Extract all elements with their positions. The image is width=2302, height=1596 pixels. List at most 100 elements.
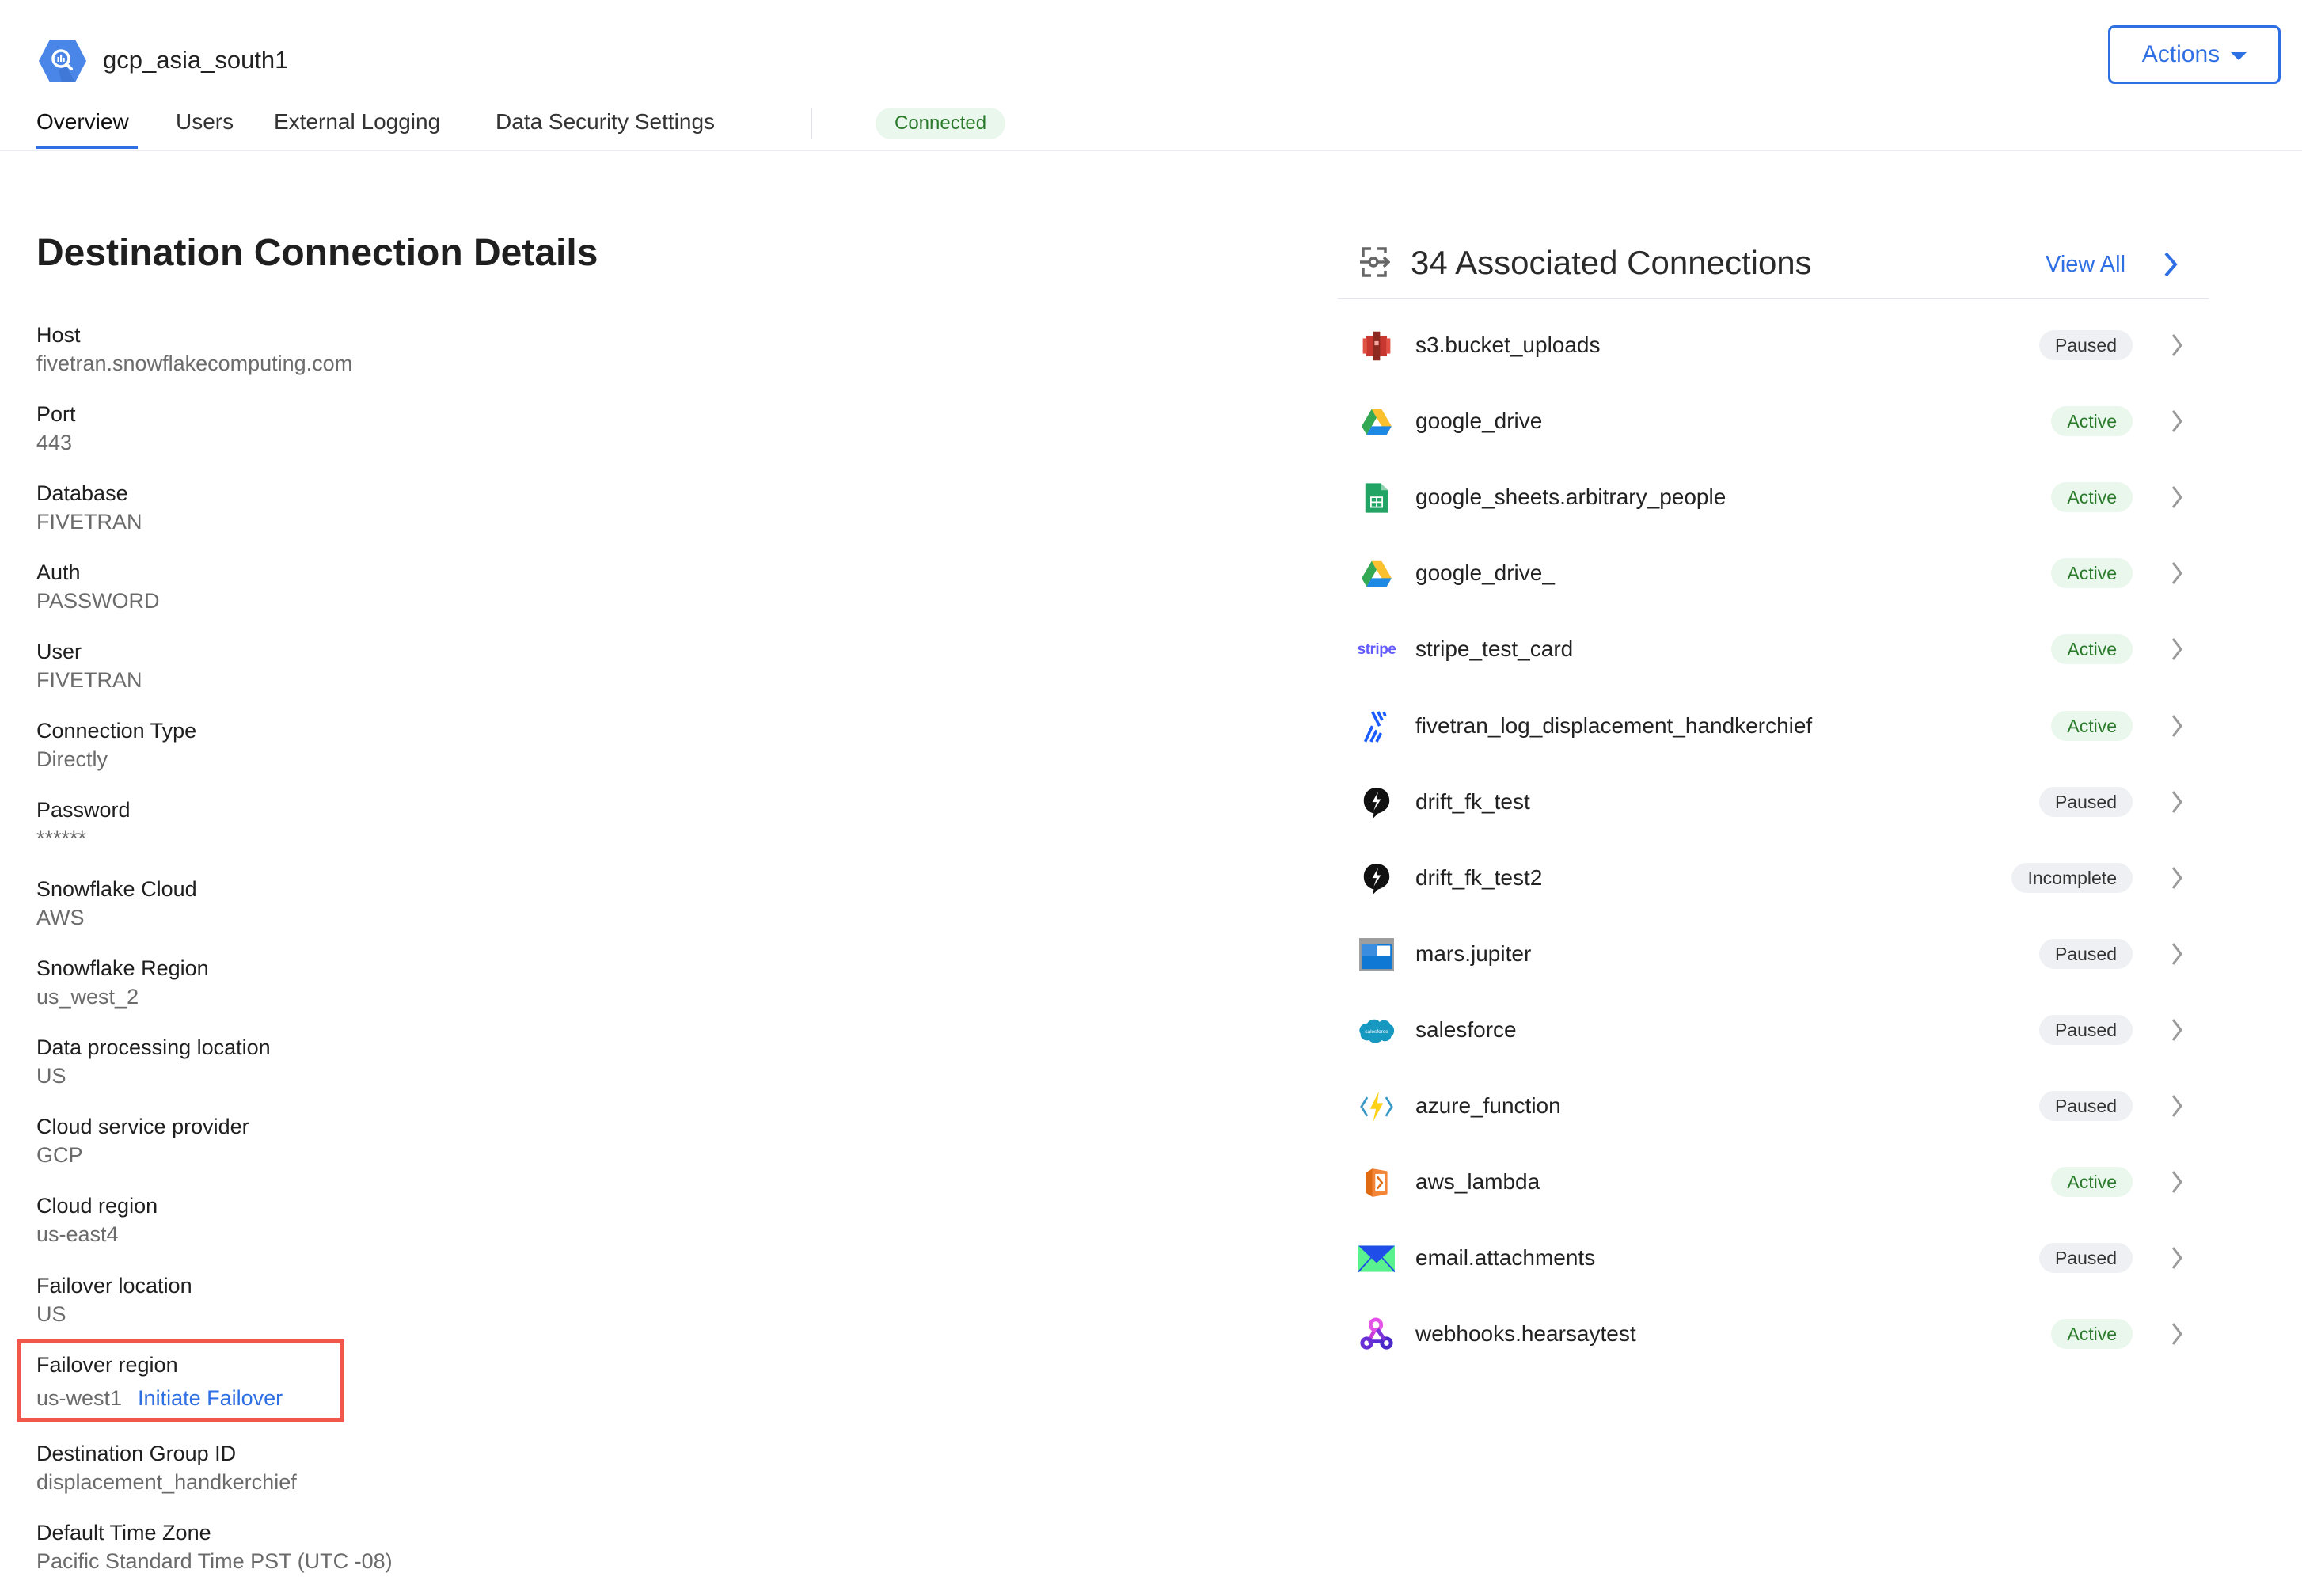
status-badge: Paused	[2038, 1014, 2133, 1045]
chevron-right-icon[interactable]	[2169, 1320, 2185, 1348]
tab-overview[interactable]: Overview	[36, 106, 129, 138]
connection-name[interactable]: google_drive	[1415, 405, 1542, 437]
status-badge: Active	[2051, 1319, 2133, 1350]
connection-row[interactable]: email.attachments Paused	[1338, 1226, 2209, 1290]
connection-name[interactable]: s3.bucket_uploads	[1415, 329, 1601, 361]
field-value: FIVETRAN	[36, 510, 142, 534]
field-value: FIVETRAN	[36, 668, 142, 692]
detail-field-data-processing-location: Data processing location US	[36, 1033, 271, 1090]
detail-field-cloud-region: Cloud region us-east4	[36, 1191, 158, 1248]
status-badge: Paused	[2038, 786, 2133, 817]
field-label: Cloud service provider	[36, 1115, 249, 1138]
status-badge: Active	[2051, 634, 2133, 665]
chevron-right-icon[interactable]	[2161, 249, 2180, 280]
connection-row[interactable]: google_drive_ Active	[1338, 542, 2209, 605]
status-badge: Paused	[2038, 330, 2133, 360]
connection-name[interactable]: aws_lambda	[1415, 1166, 1540, 1198]
actions-dropdown-button[interactable]: Actions	[2108, 25, 2281, 84]
chevron-right-icon[interactable]	[2169, 864, 2185, 892]
chevron-right-icon[interactable]	[2169, 712, 2185, 740]
tab-users[interactable]: Users	[176, 106, 234, 138]
field-value: displacement_handkerchief	[36, 1470, 297, 1494]
chevron-right-icon[interactable]	[2169, 483, 2185, 511]
detail-field-connection-type: Connection Type Directly	[36, 716, 196, 773]
field-value: Pacific Standard Time PST (UTC -08)	[36, 1549, 393, 1573]
connection-row[interactable]: salesforce salesforce Paused	[1338, 998, 2209, 1062]
field-value: us-east4	[36, 1222, 119, 1246]
connection-name[interactable]: azure_function	[1415, 1090, 1561, 1122]
connection-row[interactable]: webhooks.hearsaytest Active	[1338, 1302, 2209, 1366]
connection-row[interactable]: mars.jupiter Paused	[1338, 922, 2209, 986]
chevron-right-icon[interactable]	[2169, 331, 2185, 359]
webhooks-icon	[1358, 1317, 1395, 1353]
connection-row[interactable]: drift_fk_test Paused	[1338, 770, 2209, 834]
detail-field-snowflake-region: Snowflake Region us_west_2	[36, 954, 209, 1011]
chevron-right-icon[interactable]	[2169, 1092, 2185, 1120]
field-value: us_west_2	[36, 985, 139, 1009]
field-label: Default Time Zone	[36, 1521, 211, 1545]
field-value: 443	[36, 431, 73, 454]
tab-data-security-settings[interactable]: Data Security Settings	[496, 106, 715, 138]
field-value: US	[36, 1302, 66, 1326]
email-icon	[1358, 1241, 1395, 1277]
connection-row[interactable]: s3.bucket_uploads Paused	[1338, 314, 2209, 377]
connection-name[interactable]: stripe_test_card	[1415, 633, 1573, 665]
chevron-right-icon[interactable]	[2169, 940, 2185, 968]
connection-row[interactable]: aws_lambda Active	[1338, 1150, 2209, 1214]
detail-field-cloud-service-provider: Cloud service provider GCP	[36, 1112, 249, 1169]
field-value: PASSWORD	[36, 589, 160, 613]
tab-external-logging[interactable]: External Logging	[274, 106, 440, 138]
chevron-right-icon[interactable]	[2169, 559, 2185, 587]
connection-row[interactable]: stripe stripe_test_card Active	[1338, 618, 2209, 681]
connection-name[interactable]: drift_fk_test2	[1415, 862, 1542, 894]
connection-row[interactable]: google_drive Active	[1338, 390, 2209, 453]
detail-field-failover-location: Failover location US	[36, 1271, 192, 1328]
connection-row[interactable]: drift_fk_test2 Incomplete	[1338, 846, 2209, 910]
aws-s3-icon	[1358, 328, 1395, 364]
connection-row[interactable]: fivetran_log_displacement_handkerchief Ac…	[1338, 694, 2209, 758]
drift-icon	[1358, 785, 1395, 821]
chevron-right-icon[interactable]	[2169, 407, 2185, 435]
field-label: Destination Group ID	[36, 1442, 237, 1465]
field-label: Auth	[36, 560, 81, 584]
field-value: fivetran.snowflakecomputing.com	[36, 352, 353, 375]
detail-field-user: User FIVETRAN	[36, 637, 142, 694]
chevron-right-icon[interactable]	[2169, 1016, 2185, 1044]
status-badge: Active	[2051, 710, 2133, 741]
field-label: Cloud region	[36, 1194, 158, 1218]
view-all-link[interactable]: View All	[2046, 249, 2125, 280]
azure-table-icon	[1358, 937, 1395, 973]
connection-row[interactable]: azure_function Paused	[1338, 1074, 2209, 1138]
drift-icon	[1358, 861, 1395, 897]
field-label: Failover location	[36, 1274, 192, 1298]
connection-name[interactable]: google_drive_	[1415, 557, 1555, 589]
connection-row[interactable]: google_sheets.arbitrary_people Active	[1338, 466, 2209, 529]
connection-name[interactable]: email.attachments	[1415, 1242, 1595, 1274]
field-label: Snowflake Cloud	[36, 877, 197, 901]
connections-icon	[1360, 247, 1390, 277]
field-value: US	[36, 1064, 66, 1088]
active-tab-indicator	[36, 146, 138, 149]
page-title: gcp_asia_south1	[103, 46, 289, 74]
status-badge: Incomplete	[2011, 862, 2133, 893]
details-heading: Destination Connection Details	[36, 232, 598, 274]
chevron-right-icon[interactable]	[2169, 1244, 2185, 1272]
header-divider	[0, 150, 2302, 151]
connection-name[interactable]: webhooks.hearsaytest	[1415, 1318, 1636, 1350]
connection-name[interactable]: fivetran_log_displacement_handkerchief	[1415, 710, 1812, 742]
chevron-right-icon[interactable]	[2169, 1168, 2185, 1196]
connection-name[interactable]: mars.jupiter	[1415, 938, 1531, 970]
field-label: User	[36, 640, 82, 663]
salesforce-icon: salesforce	[1358, 1013, 1395, 1049]
chevron-right-icon[interactable]	[2169, 788, 2185, 816]
connections-heading: 34 Associated Connections	[1411, 244, 1812, 281]
connection-name[interactable]: drift_fk_test	[1415, 786, 1530, 818]
connection-name[interactable]: google_sheets.arbitrary_people	[1415, 481, 1726, 513]
aws-lambda-icon	[1358, 1165, 1395, 1201]
field-value: ******	[36, 826, 87, 850]
chevron-right-icon[interactable]	[2169, 635, 2185, 663]
status-badge: Paused	[2038, 1243, 2133, 1274]
azure-function-icon	[1358, 1089, 1395, 1125]
status-badge: Active	[2051, 1167, 2133, 1198]
connection-name[interactable]: salesforce	[1415, 1014, 1517, 1046]
